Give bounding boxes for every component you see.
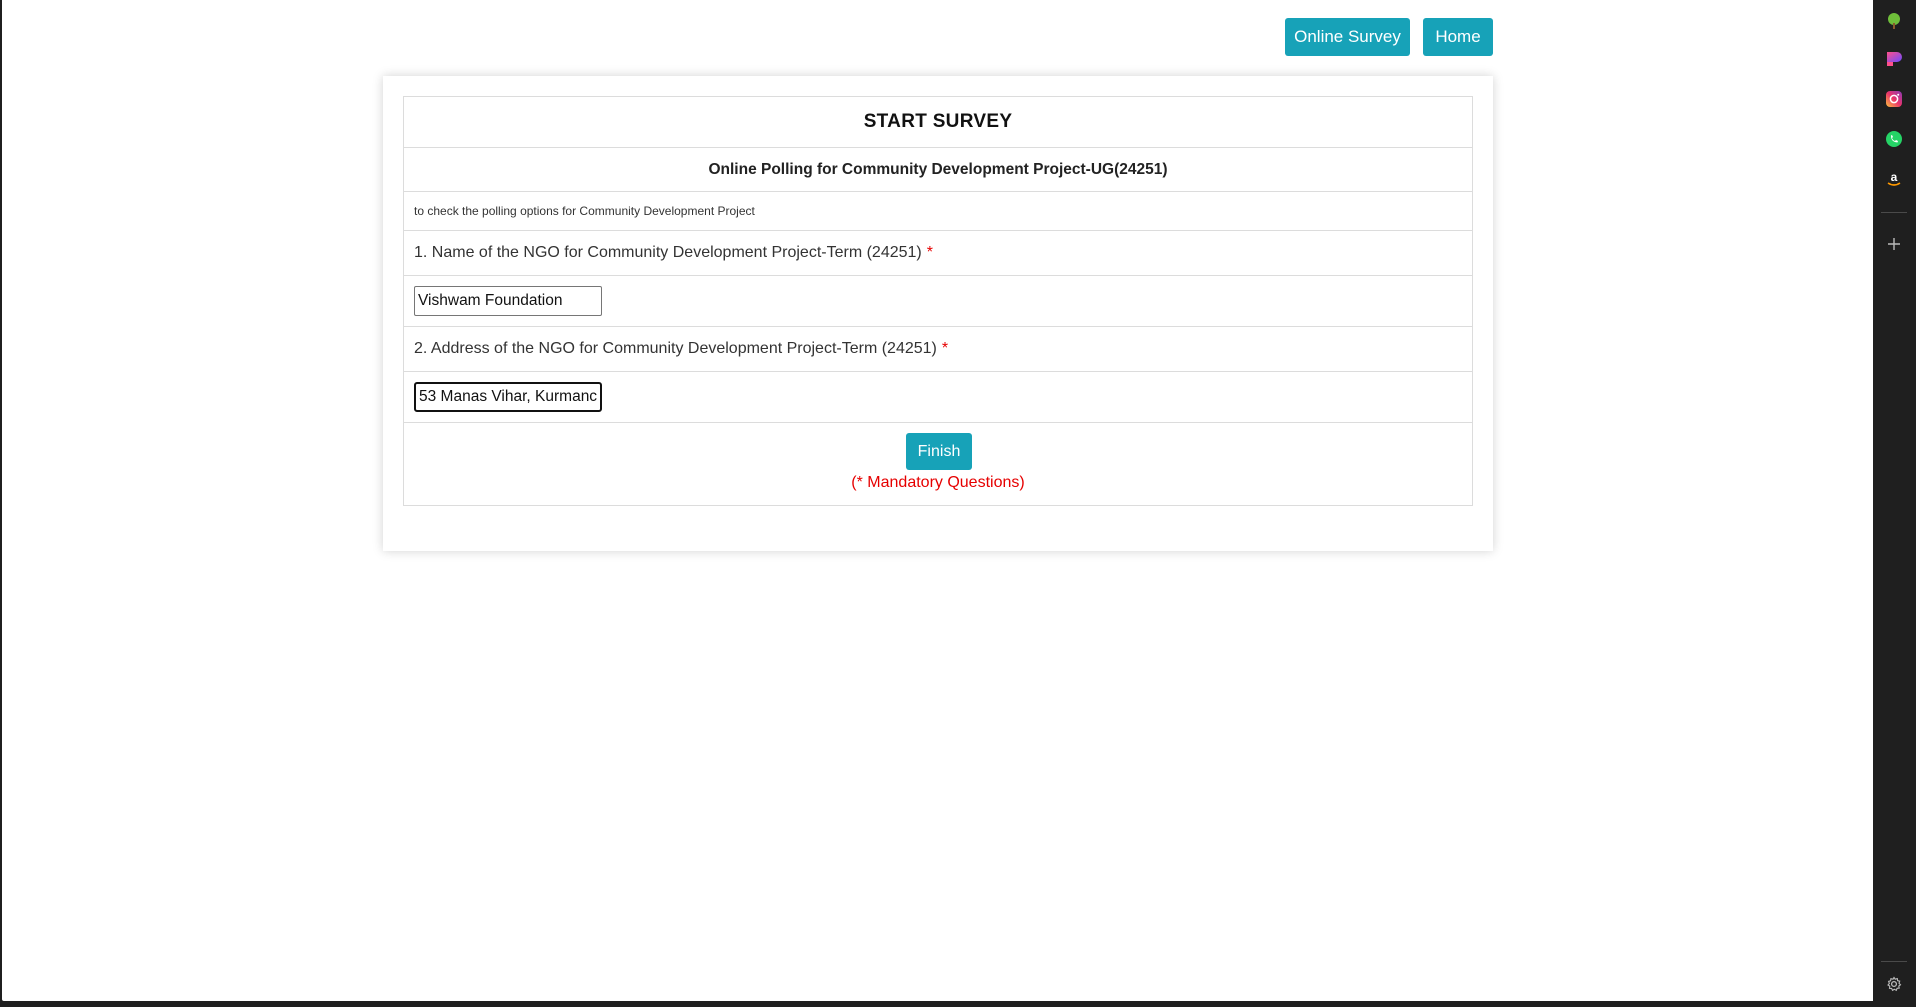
question-1: 1. Name of the NGO for Community Develop… bbox=[404, 231, 1472, 276]
survey-title: Online Polling for Community Development… bbox=[404, 148, 1472, 192]
instagram-icon[interactable] bbox=[1883, 88, 1905, 110]
required-marker: * bbox=[941, 340, 949, 357]
tree-icon[interactable] bbox=[1883, 10, 1905, 32]
survey-description: to check the polling options for Communi… bbox=[404, 192, 1472, 231]
home-button[interactable]: Home bbox=[1423, 18, 1493, 56]
sidebar-divider bbox=[1881, 212, 1907, 213]
online-survey-button[interactable]: Online Survey bbox=[1285, 18, 1410, 56]
amazon-icon[interactable]: a bbox=[1883, 168, 1905, 190]
whatsapp-icon[interactable] bbox=[1883, 128, 1905, 150]
question-2-label: 2. Address of the NGO for Community Deve… bbox=[414, 340, 937, 357]
sidebar-divider bbox=[1881, 961, 1907, 962]
add-icon[interactable] bbox=[1883, 233, 1905, 255]
question-2: 2. Address of the NGO for Community Deve… bbox=[404, 327, 1472, 372]
survey-table: START SURVEY Online Polling for Communit… bbox=[403, 96, 1473, 506]
ngo-name-input[interactable] bbox=[414, 286, 602, 316]
ngo-address-input[interactable] bbox=[414, 382, 602, 412]
question-1-label: 1. Name of the NGO for Community Develop… bbox=[414, 244, 922, 261]
answer-1-row bbox=[404, 276, 1472, 327]
gradient-app-icon[interactable] bbox=[1883, 48, 1905, 70]
survey-heading: START SURVEY bbox=[404, 97, 1472, 148]
svg-text:a: a bbox=[1891, 170, 1898, 184]
answer-2-row bbox=[404, 372, 1472, 423]
survey-card: START SURVEY Online Polling for Communit… bbox=[383, 76, 1493, 551]
page-viewport: Online Survey Home START SURVEY Online P… bbox=[2, 0, 1873, 1001]
mandatory-note: (* Mandatory Questions) bbox=[851, 474, 1025, 491]
settings-icon[interactable] bbox=[1883, 973, 1905, 995]
browser-sidebar: a bbox=[1873, 0, 1916, 1007]
required-marker: * bbox=[926, 244, 933, 261]
finish-button[interactable]: Finish bbox=[906, 433, 972, 470]
finish-row: Finish (* Mandatory Questions) bbox=[404, 423, 1472, 505]
